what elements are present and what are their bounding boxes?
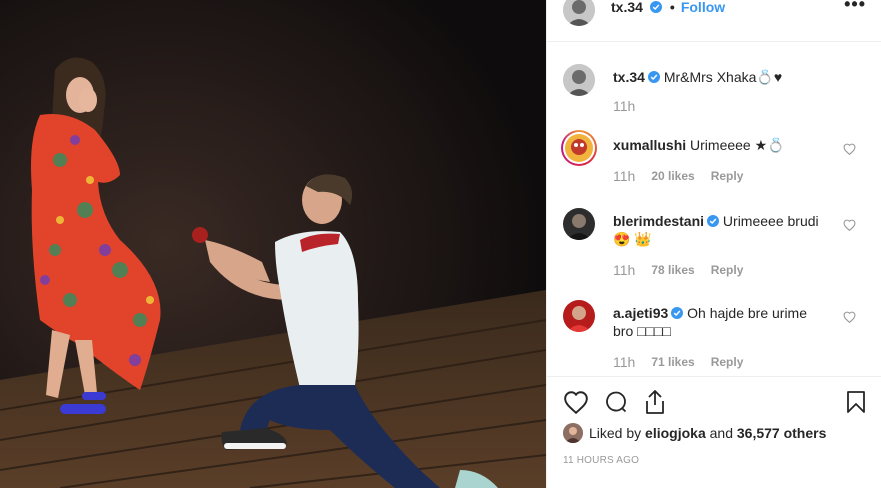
avatar[interactable] xyxy=(563,300,595,332)
more-icon[interactable]: ••• xyxy=(844,0,866,15)
post-header: tx.34 • Follow ••• xyxy=(547,0,881,42)
liker-avatar[interactable] xyxy=(563,423,583,443)
verified-icon xyxy=(671,307,684,319)
liked-by: Liked by eliogjoka and 36,577 others xyxy=(563,423,826,443)
reply-button[interactable]: Reply xyxy=(711,169,744,183)
comment-text: Mr&Mrs Xhaka💍♥ xyxy=(663,69,783,85)
owner-avatar[interactable] xyxy=(563,0,595,26)
comment-time: 11h xyxy=(613,262,636,278)
comment-time: 11h xyxy=(613,354,636,370)
comment-text: Urimeeee ★💍 xyxy=(690,137,785,153)
reply-button[interactable]: Reply xyxy=(711,263,744,277)
comment-text-line2: bro □□□□ xyxy=(613,323,671,339)
verified-icon xyxy=(707,215,720,227)
like-comment-heart-icon[interactable] xyxy=(843,143,856,155)
liker-username[interactable]: eliogjoka xyxy=(645,425,706,441)
owner-info: tx.34 • Follow xyxy=(611,0,725,15)
post-timestamp[interactable]: 11 HOURS AGO xyxy=(563,455,639,466)
post-actions: Liked by eliogjoka and 36,577 others 11 … xyxy=(547,376,881,488)
post-side-panel: tx.34 • Follow ••• tx.34 Mr&Mrs Xhaka💍♥ … xyxy=(546,0,881,488)
comment-body: a.ajeti93 Oh hajde bre urime bro □□□□ xyxy=(613,304,833,340)
comment-body: blerimdestani Urimeeee brudi 😍 👑 xyxy=(613,212,833,248)
separator-dot: • xyxy=(669,0,675,15)
comment-username[interactable]: blerimdestani xyxy=(613,213,704,229)
verified-icon xyxy=(647,71,660,83)
comment-username[interactable]: xumallushi xyxy=(613,137,686,153)
comment-body: xumallushi Urimeeee ★💍 xyxy=(613,136,833,154)
comment-body: tx.34 Mr&Mrs Xhaka💍♥ xyxy=(613,68,833,86)
share-icon[interactable] xyxy=(643,389,667,415)
comment-likes[interactable]: 20 likes xyxy=(651,169,694,183)
story-ring[interactable] xyxy=(561,130,597,166)
comment-icon[interactable] xyxy=(603,390,629,414)
comment-meta: 11h 71 likes Reply xyxy=(613,354,743,370)
comment-meta: 11h 78 likes Reply xyxy=(613,262,743,278)
comment-time: 11h xyxy=(613,98,636,114)
liked-by-middle: and xyxy=(705,425,737,441)
comment-time: 11h xyxy=(613,168,636,184)
comment-meta: 11h 20 likes Reply xyxy=(613,168,743,184)
like-comment-heart-icon[interactable] xyxy=(843,311,856,323)
bookmark-icon[interactable] xyxy=(846,390,866,414)
comment-text: Oh hajde bre urime xyxy=(687,305,807,321)
liked-by-prefix: Liked by xyxy=(589,425,646,441)
comment-text: Urimeeee brudi xyxy=(722,213,819,229)
avatar[interactable] xyxy=(565,134,593,162)
heart-icon[interactable] xyxy=(563,390,589,414)
comment-likes[interactable]: 71 likes xyxy=(651,355,694,369)
comment-meta: 11h xyxy=(613,98,635,114)
avatar[interactable] xyxy=(563,64,595,96)
comment-username[interactable]: tx.34 xyxy=(613,69,645,85)
avatar[interactable] xyxy=(563,208,595,240)
comments-list: tx.34 Mr&Mrs Xhaka💍♥ 11h xumallushi Urim… xyxy=(547,42,881,376)
post-photo[interactable] xyxy=(0,0,546,488)
owner-username[interactable]: tx.34 xyxy=(611,0,643,15)
comment-username[interactable]: a.ajeti93 xyxy=(613,305,668,321)
verified-icon xyxy=(649,1,662,13)
follow-button[interactable]: Follow xyxy=(681,0,725,15)
likes-count[interactable]: 36,577 others xyxy=(737,425,827,441)
reply-button[interactable]: Reply xyxy=(711,355,744,369)
comment-text-line2: 😍 👑 xyxy=(613,231,652,247)
like-comment-heart-icon[interactable] xyxy=(843,219,856,231)
comment-likes[interactable]: 78 likes xyxy=(651,263,694,277)
